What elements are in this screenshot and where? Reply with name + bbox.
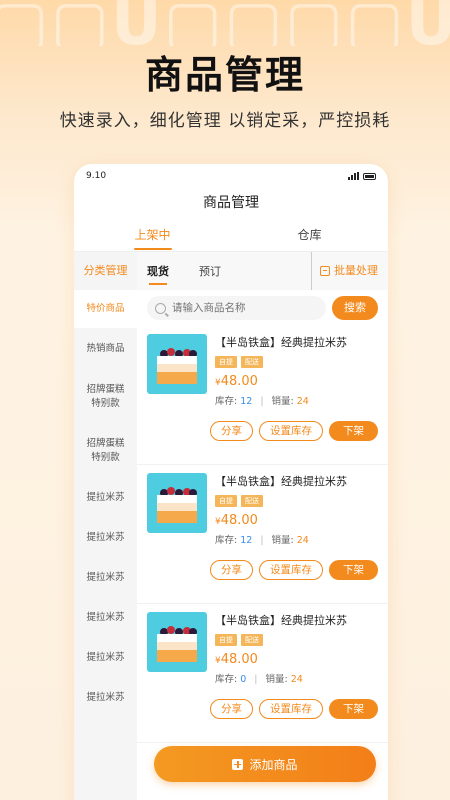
category-manage-header[interactable]: 分类管理 [74,252,137,290]
background-decoration: ▢▢U▢▢▢▢U▢▢ [0,0,450,46]
status-icons [348,172,376,180]
product-image [147,334,207,394]
stock-value: 12 [240,396,253,407]
batch-icon [320,266,330,276]
sidebar-item-signature-cake[interactable]: 招牌蛋糕 特别款 [74,424,137,478]
set-stock-button[interactable]: 设置库存 [259,421,323,441]
product-image [147,473,207,533]
plus-icon [232,758,244,770]
product-price: ¥48.00 [215,652,258,667]
stock-sales: 库存: 0 | 销量: 24 [215,674,303,685]
promo-subtitle: 快速录入，细化管理 以销定采，严控损耗 [59,111,391,131]
tab-on-shelf[interactable]: 上架中 [74,218,231,252]
sidebar-item-tiramisu[interactable]: 提拉米苏 [74,558,137,598]
tag-delivery: 配送 [241,356,263,368]
sidebar-item-tiramisu[interactable]: 提拉米苏 [74,678,137,718]
sidebar-item-hot[interactable]: 热销商品 [74,328,137,370]
take-down-button[interactable]: 下架 [329,421,378,441]
add-product-label: 添加商品 [249,757,298,772]
take-down-button[interactable]: 下架 [329,560,378,580]
sidebar-item-signature-cake[interactable]: 招牌蛋糕 特别款 [74,370,137,424]
tag-pickup: 自提 [215,634,237,646]
page-title: 商品管理 [203,195,259,211]
share-button[interactable]: 分享 [210,699,253,719]
product-item: 【半岛铁盒】经典提拉米苏 自提 配送 ¥48.00 库存: 12 | 销量: 24 … [137,465,388,604]
sidebar-item-tiramisu[interactable]: 提拉米苏 [74,598,137,638]
status-time: 9.10 [86,171,107,181]
sidebar-item-tiramisu[interactable]: 提拉米苏 [74,518,137,558]
tab-warehouse[interactable]: 仓库 [231,218,388,252]
product-list: 【半岛铁盒】经典提拉米苏 自提 配送 ¥48.00 库存: 12 | 销量: 24 … [137,326,388,743]
search-icon [155,302,166,314]
search-box[interactable] [147,296,326,320]
sidebar-item-special[interactable]: 特价商品 [74,290,137,328]
search-button[interactable]: 搜索 [332,296,378,320]
battery-icon [363,172,376,180]
sidebar-item-tiramisu[interactable]: 提拉米苏 [74,478,137,518]
product-price: ¥48.00 [215,374,258,389]
product-panel: 现货 预订 批量处理 搜索 [137,252,388,800]
product-item: 【半岛铁盒】经典提拉米苏 自提 配送 ¥48.00 库存: 0 | 销量: 24 分… [137,604,388,743]
sidebar-item-tiramisu[interactable]: 提拉米苏 [74,638,137,678]
batch-process-button[interactable]: 批量处理 [311,252,378,290]
tag-pickup: 自提 [215,495,237,507]
product-item: 【半岛铁盒】经典提拉米苏 自提 配送 ¥48.00 库存: 12 | 销量: 24 … [137,326,388,465]
batch-label: 批量处理 [334,264,378,277]
product-image [147,612,207,672]
stock-sales: 库存: 12 | 销量: 24 [215,535,309,546]
status-bar: 9.10 [74,164,388,188]
search-input[interactable] [172,302,292,314]
signal-icon [348,172,359,180]
tag-pickup: 自提 [215,356,237,368]
stock-value: 0 [240,674,247,685]
tag-delivery: 配送 [241,495,263,507]
search-bar: 搜索 [137,290,388,326]
tag-delivery: 配送 [241,634,263,646]
product-price: ¥48.00 [215,513,258,528]
product-name: 【半岛铁盒】经典提拉米苏 [215,614,347,627]
category-sidebar: 分类管理 特价商品 热销商品 招牌蛋糕 特别款 招牌蛋糕 特别款 提拉米苏 提拉… [74,252,137,800]
share-button[interactable]: 分享 [210,421,253,441]
take-down-button[interactable]: 下架 [329,699,378,719]
product-name: 【半岛铁盒】经典提拉米苏 [215,336,347,349]
sales-value: 24 [296,535,309,546]
sales-value: 24 [296,396,309,407]
set-stock-button[interactable]: 设置库存 [259,560,323,580]
content-area: 分类管理 特价商品 热销商品 招牌蛋糕 特别款 招牌蛋糕 特别款 提拉米苏 提拉… [74,252,388,800]
tab-preorder[interactable]: 预订 [199,263,221,279]
phone-screen: 9.10 商品管理 上架中 仓库 分类管理 特价商品 热销商品 招牌蛋糕 特别款… [74,164,388,800]
set-stock-button[interactable]: 设置库存 [259,699,323,719]
top-tabs: 上架中 仓库 [74,218,388,252]
stock-value: 12 [240,535,253,546]
product-name: 【半岛铁盒】经典提拉米苏 [215,475,347,488]
promo-title: 商品管理 [144,53,305,97]
tab-in-stock[interactable]: 现货 [147,263,169,285]
share-button[interactable]: 分享 [210,560,253,580]
stock-sales: 库存: 12 | 销量: 24 [215,396,309,407]
sub-tabs: 现货 预订 批量处理 [137,252,388,290]
add-product-button[interactable]: 添加商品 [154,746,376,782]
sales-value: 24 [290,674,303,685]
